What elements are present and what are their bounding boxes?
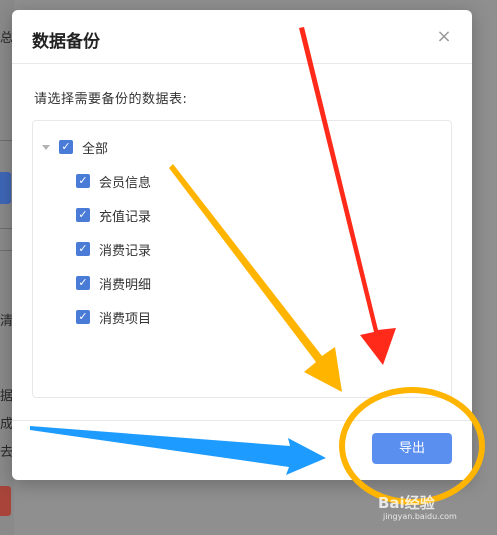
background-button[interactable] [0,172,11,204]
tree-node-consumption-items[interactable]: ✓ 消费项目 [76,307,151,327]
tree-node-label: 充值记录 [99,209,152,225]
checkbox-checked[interactable]: ✓ [76,310,90,324]
header-divider [12,63,472,64]
tree-node-label: 消费明细 [99,277,152,293]
tree-node-label: 会员信息 [99,175,152,191]
tree-node-recharge-records[interactable]: ✓ 充值记录 [76,205,151,225]
watermark-logo: Bai经验 [378,494,435,512]
export-button[interactable]: 导出 [372,433,452,464]
checkbox-checked[interactable]: ✓ [76,174,90,188]
background-button[interactable] [0,486,11,516]
footer-divider [12,420,472,421]
checkbox-checked[interactable]: ✓ [59,140,73,154]
tree-node-consumption-details[interactable]: ✓ 消费明细 [76,273,151,293]
checkbox-checked[interactable]: ✓ [76,242,90,256]
checkbox-checked[interactable]: ✓ [76,208,90,222]
dialog-title: 数据备份 [32,32,100,52]
backup-dialog: 数据备份 × 请选择需要备份的数据表: ✓ 全部 ✓ 会员信息 ✓ 充值记录 ✓… [12,10,472,480]
tree-node-member-info[interactable]: ✓ 会员信息 [76,171,151,191]
watermark-url: jingyan.baidu.com [383,512,457,521]
select-tables-prompt: 请选择需要备份的数据表: [34,92,188,107]
checkbox-checked[interactable]: ✓ [76,276,90,290]
close-icon[interactable]: × [434,27,454,47]
table-tree: ✓ 全部 ✓ 会员信息 ✓ 充值记录 ✓ 消费记录 ✓ 消费明细 ✓ 消费项目 [32,120,452,398]
tree-node-label: 消费项目 [99,311,152,327]
tree-node-label: 消费记录 [99,243,152,259]
tree-node-label: 全部 [82,141,109,157]
tree-node-all[interactable]: ✓ 全部 [42,137,108,157]
caret-down-icon[interactable] [42,144,50,150]
tree-node-consumption-records[interactable]: ✓ 消费记录 [76,239,151,259]
